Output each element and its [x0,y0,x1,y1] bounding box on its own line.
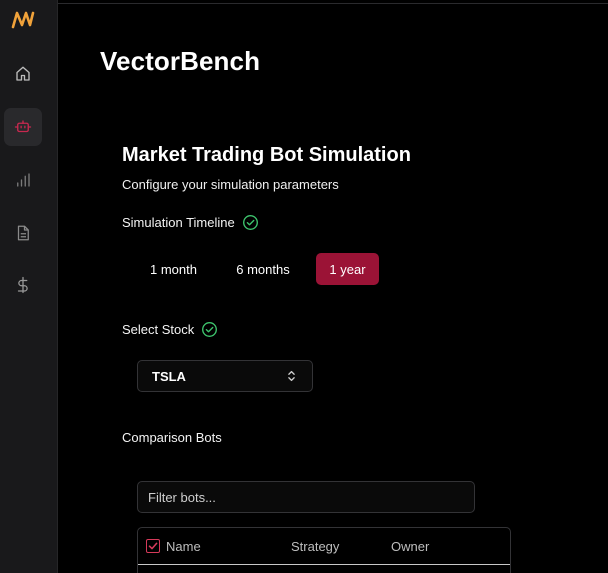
app-brand: VectorBench [100,46,261,76]
timeline-label-row: Simulation Timeline [122,214,259,231]
sidebar-item-analytics[interactable] [4,161,42,199]
filter-bots-input[interactable] [137,481,475,513]
comparison-label: Comparison Bots [122,430,222,445]
chevron-up-down-icon [288,370,295,382]
timeline-option-6-months[interactable]: 6 months [222,253,304,285]
checkmark-icon [148,542,158,550]
document-icon [17,225,29,241]
bots-table: Name Strategy Owner [137,527,511,573]
bar-chart-icon [17,173,30,187]
page-subtitle: Configure your simulation parameters [122,177,339,192]
comparison-label-row: Comparison Bots [122,430,222,445]
robot-icon [14,120,32,133]
home-icon [16,66,30,81]
table-header: Name Strategy Owner [138,528,510,565]
sidebar-item-bots[interactable] [4,108,42,146]
timeline-option-1-month[interactable]: 1 month [137,253,210,285]
timeline-label: Simulation Timeline [122,215,235,230]
select-all-checkbox[interactable] [146,539,160,553]
column-header-name[interactable]: Name [166,539,201,554]
sidebar-item-documents[interactable] [4,214,42,252]
dollar-icon [17,276,28,294]
check-circle-icon [242,215,258,230]
column-header-owner[interactable]: Owner [391,539,429,554]
sidebar [0,0,58,573]
timeline-option-1-year[interactable]: 1 year [316,253,379,285]
column-header-strategy[interactable]: Strategy [291,539,339,554]
top-divider [58,3,608,4]
stock-select-value: TSLA [152,368,186,384]
stock-label-row: Select Stock [122,321,218,338]
sidebar-item-pricing[interactable] [4,266,42,304]
logo[interactable] [11,10,35,30]
page-title: Market Trading Bot Simulation [122,144,411,166]
check-circle-icon [202,322,218,337]
sidebar-item-home[interactable] [4,55,42,93]
stock-label: Select Stock [122,322,195,337]
stock-select[interactable]: TSLA [137,360,313,392]
